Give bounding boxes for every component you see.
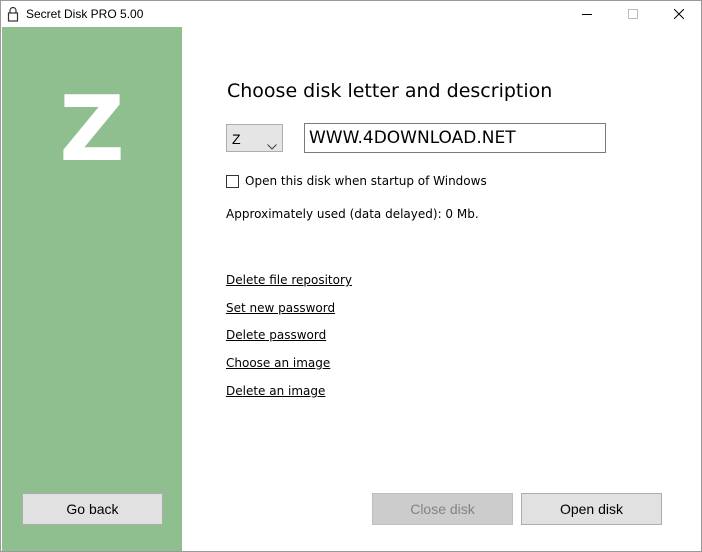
set-new-password-link[interactable]: Set new password: [226, 301, 335, 316]
disk-letter-select[interactable]: Z: [226, 124, 283, 152]
close-disk-button[interactable]: Close disk: [372, 493, 513, 525]
choose-image-link[interactable]: Choose an image: [226, 356, 330, 371]
title-bar[interactable]: Secret Disk PRO 5.00: [1, 1, 701, 27]
page-title: Choose disk letter and description: [227, 80, 553, 102]
disk-letter-value: Z: [232, 131, 241, 147]
chevron-down-icon: [267, 135, 277, 154]
maximize-button[interactable]: [610, 1, 656, 27]
open-disk-button[interactable]: Open disk: [521, 493, 662, 525]
app-window: Secret Disk PRO 5.00 Z Choose disk lette…: [0, 0, 702, 552]
drive-letter-display: Z: [59, 77, 125, 182]
maximize-icon: [628, 9, 638, 19]
window-title: Secret Disk PRO 5.00: [26, 7, 144, 21]
minimize-button[interactable]: [564, 1, 610, 27]
delete-image-link[interactable]: Delete an image: [226, 384, 325, 399]
delete-file-repository-link[interactable]: Delete file repository: [226, 273, 352, 288]
close-window-button[interactable]: [656, 1, 702, 27]
startup-checkbox-label[interactable]: Open this disk when startup of Windows: [245, 174, 487, 189]
delete-password-link[interactable]: Delete password: [226, 328, 326, 343]
startup-checkbox[interactable]: [226, 175, 239, 188]
lock-icon: [7, 6, 19, 22]
usage-info: Approximately used (data delayed): 0 Mb.: [226, 207, 479, 221]
close-icon: [674, 9, 684, 19]
disk-description-input[interactable]: WWW.4DOWNLOAD.NET: [304, 123, 606, 153]
sidebar-panel: Z: [2, 27, 182, 551]
minimize-icon: [582, 9, 592, 19]
go-back-button[interactable]: Go back: [22, 493, 163, 525]
